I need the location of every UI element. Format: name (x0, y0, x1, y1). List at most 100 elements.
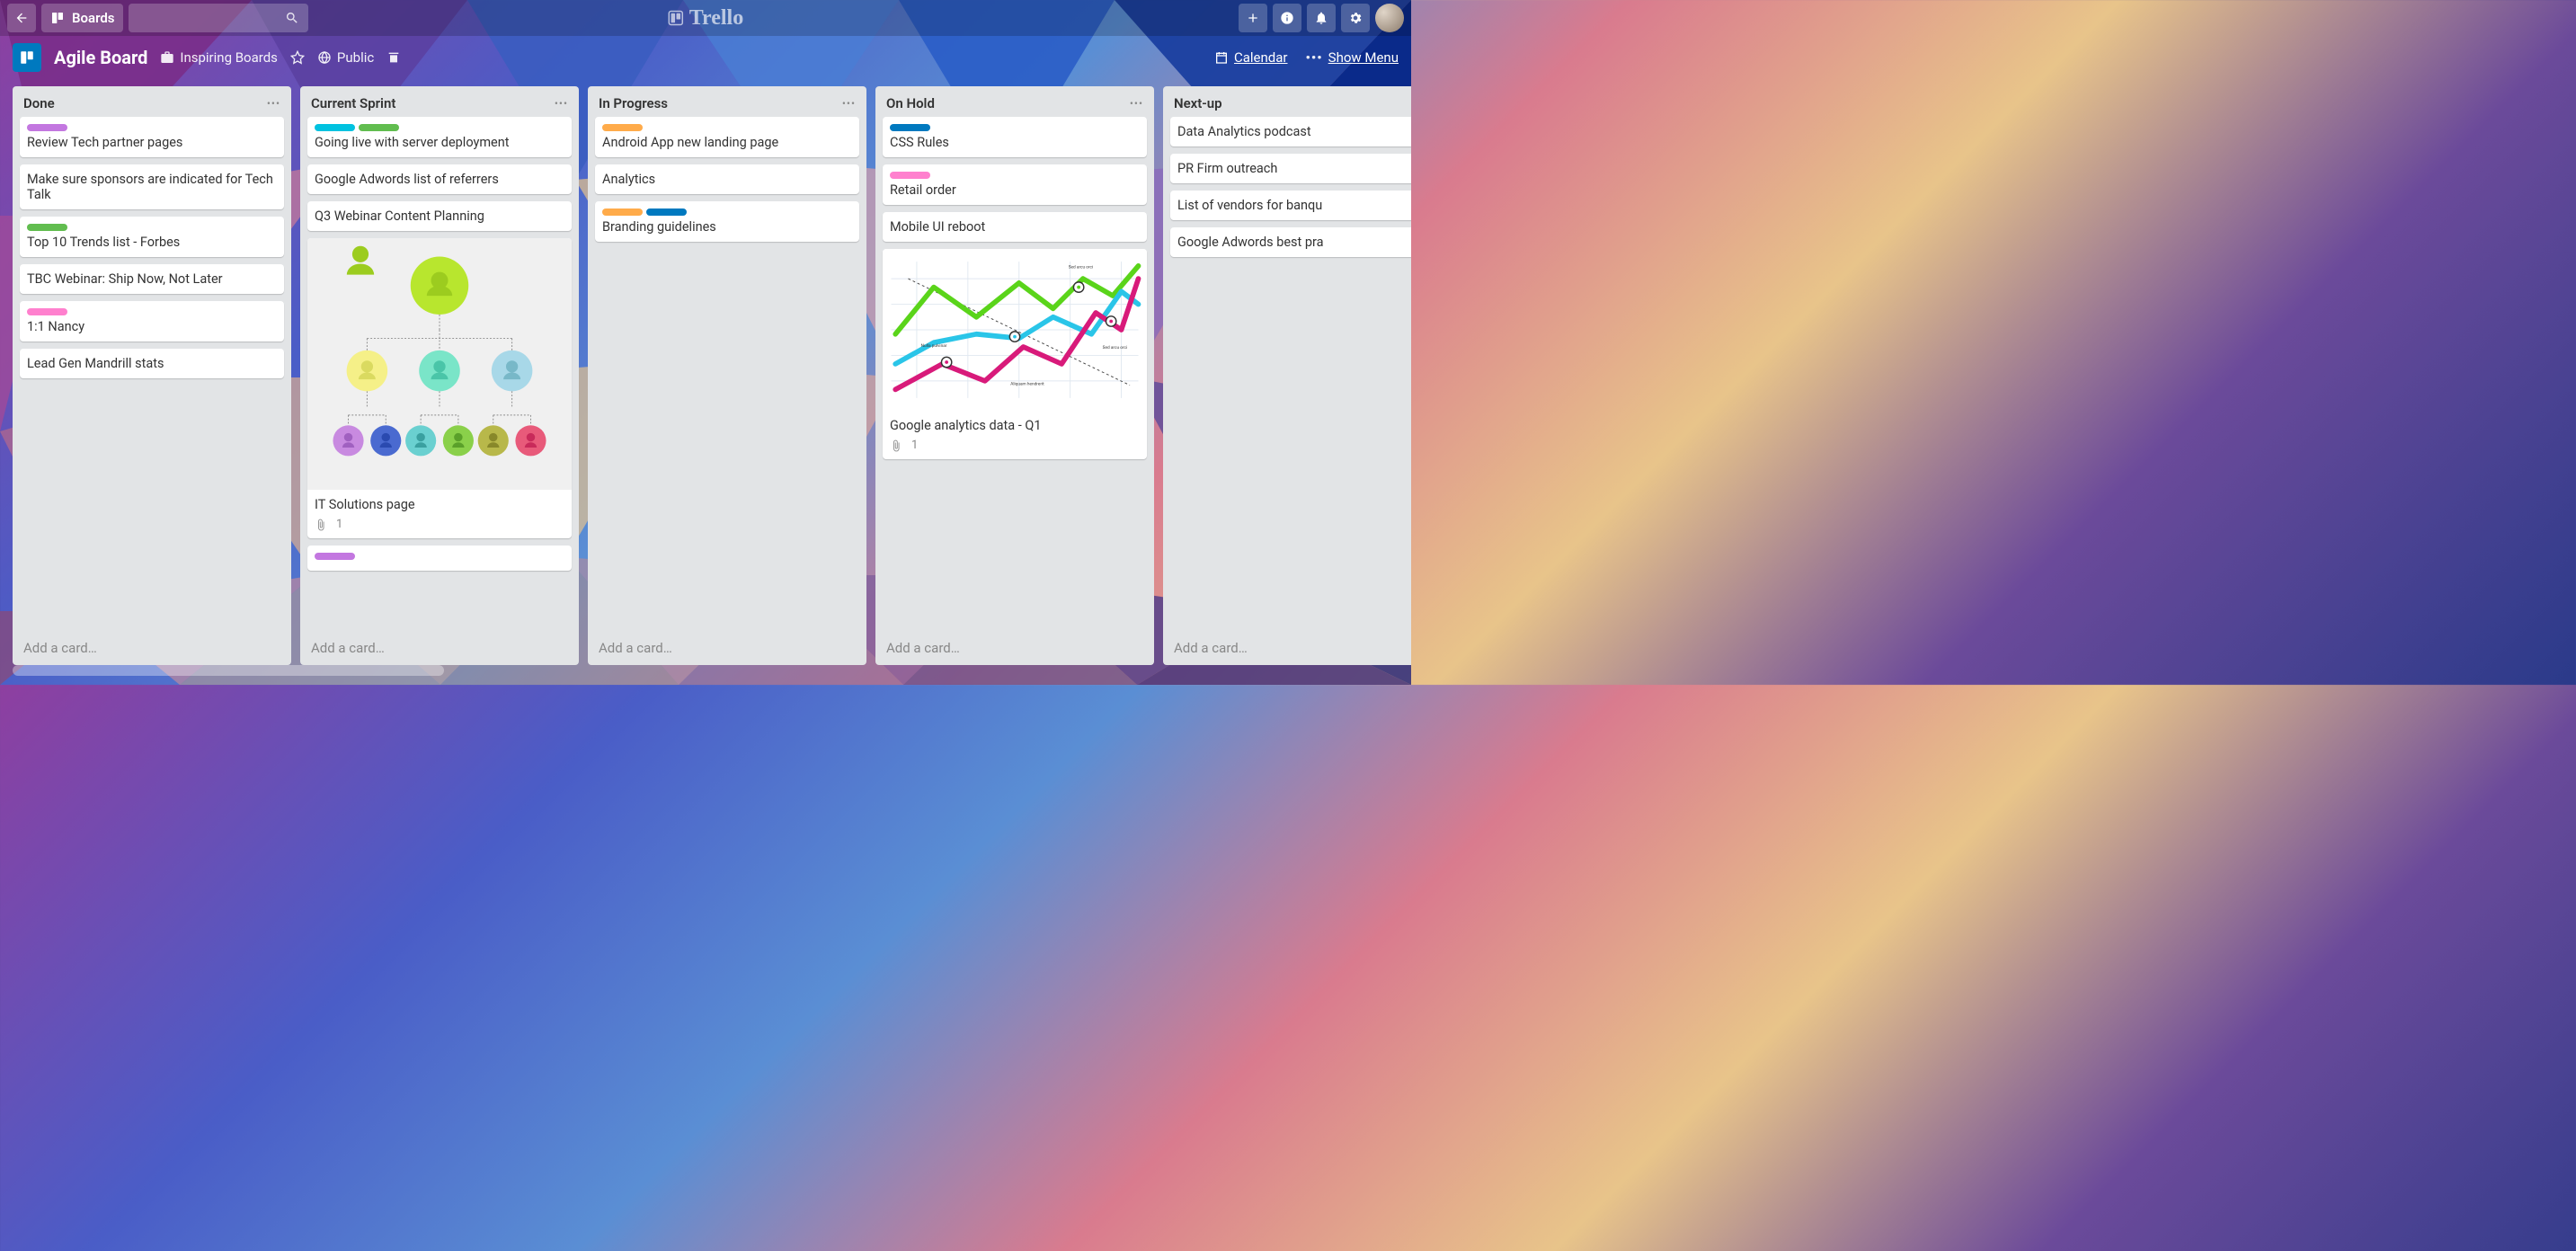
card[interactable]: Android App new landing page (595, 117, 859, 157)
card-labels (890, 124, 1140, 131)
card[interactable]: Going live with server deployment (307, 117, 572, 157)
card-title: Android App new landing page (602, 135, 852, 150)
inspiring-boards-button[interactable]: Inspiring Boards (160, 49, 278, 66)
card[interactable]: Top 10 Trends list - Forbes (20, 217, 284, 257)
search-icon (285, 11, 299, 25)
boards-button[interactable]: Boards (41, 4, 123, 32)
list-title[interactable]: In Progress (599, 95, 668, 111)
card[interactable]: PR Firm outreach (1170, 154, 1411, 183)
card[interactable]: TBC Webinar: Ship Now, Not Later (20, 264, 284, 294)
card[interactable]: Google Adwords list of referrers (307, 164, 572, 194)
list-title[interactable]: Current Sprint (311, 95, 395, 111)
list-header: Current Sprint ••• (300, 86, 579, 117)
user-avatar[interactable] (1375, 4, 1404, 32)
back-button[interactable] (7, 4, 36, 32)
card-label[interactable] (315, 553, 355, 560)
card[interactable]: Branding guidelines (595, 201, 859, 242)
dots-icon: ••• (1306, 49, 1323, 66)
list-menu-button[interactable]: ••• (842, 97, 856, 110)
attachment-count: 1 (336, 518, 342, 531)
list-cards: CSS Rules Retail order Mobile UI reboot Nu… (875, 117, 1154, 631)
create-button[interactable] (1239, 4, 1267, 32)
card[interactable]: Mobile UI reboot (883, 212, 1147, 242)
card-labels (890, 172, 1140, 179)
add-card-button[interactable]: Add a card… (1163, 631, 1411, 665)
add-card-button[interactable]: Add a card… (300, 631, 579, 665)
board-title[interactable]: Agile Board (54, 47, 147, 68)
card[interactable]: Analytics (595, 164, 859, 194)
card[interactable] (307, 546, 572, 571)
briefcase-icon (160, 50, 174, 65)
card-label[interactable] (890, 124, 930, 131)
list-title[interactable]: Done (23, 95, 55, 111)
star-button[interactable] (290, 50, 305, 65)
card-labels (602, 124, 852, 131)
card-label[interactable] (27, 224, 67, 231)
card-label[interactable] (890, 172, 930, 179)
card-title: 1:1 Nancy (27, 319, 277, 334)
settings-button[interactable] (1341, 4, 1370, 32)
card-title: Data Analytics podcast (1177, 124, 1411, 139)
card-label[interactable] (315, 124, 355, 131)
list: Next-up •••Data Analytics podcastPR Firm… (1163, 86, 1411, 665)
board-canvas[interactable]: Done ••• Review Tech partner pages Make su… (0, 79, 1411, 665)
info-button[interactable] (1273, 4, 1301, 32)
add-card-button[interactable]: Add a card… (13, 631, 291, 665)
card[interactable]: IT Solutions page 1 (307, 238, 572, 538)
card-title: Going live with server deployment (315, 135, 564, 150)
card-title: TBC Webinar: Ship Now, Not Later (27, 271, 277, 287)
card-title: Google Adwords list of referrers (315, 172, 564, 187)
list-title[interactable]: Next-up (1174, 95, 1222, 111)
archive-button[interactable] (386, 50, 401, 65)
card-label[interactable] (602, 208, 643, 216)
list: On Hold ••• CSS Rules Retail order Mobile U… (875, 86, 1154, 665)
attachment-icon (315, 519, 327, 531)
list: Current Sprint •••Going live with server… (300, 86, 579, 665)
card-title: Lead Gen Mandrill stats (27, 356, 277, 371)
star-icon (290, 50, 305, 65)
card-label[interactable] (27, 308, 67, 315)
card-label[interactable] (646, 208, 687, 216)
card[interactable]: Lead Gen Mandrill stats (20, 349, 284, 378)
card-labels (27, 124, 277, 131)
attachment-icon (890, 439, 902, 452)
card-label[interactable] (359, 124, 399, 131)
card-title: Make sure sponsors are indicated for Tec… (27, 172, 277, 202)
list-menu-button[interactable]: ••• (267, 97, 280, 110)
card[interactable]: Make sure sponsors are indicated for Tec… (20, 164, 284, 209)
list-cards: Going live with server deployment Google … (300, 117, 579, 631)
calendar-button[interactable]: Calendar (1214, 49, 1288, 66)
card[interactable]: CSS Rules (883, 117, 1147, 157)
attachment-count: 1 (911, 439, 918, 452)
plus-icon (1246, 11, 1260, 25)
card-title: Q3 Webinar Content Planning (315, 208, 564, 224)
card[interactable]: Google Adwords best pra (1170, 227, 1411, 257)
list-menu-button[interactable]: ••• (555, 97, 568, 110)
card[interactable]: Retail order (883, 164, 1147, 205)
card[interactable]: Nulla pulvinar Aliquam hendrerit Sed arc… (883, 249, 1147, 459)
visibility-button[interactable]: Public (317, 49, 374, 66)
add-card-button[interactable]: Add a card… (875, 631, 1154, 665)
horizontal-scrollbar[interactable] (13, 665, 444, 676)
card-label[interactable] (27, 124, 67, 131)
brand-logo[interactable]: Trello (668, 6, 743, 31)
card-label[interactable] (602, 124, 643, 131)
card-title: CSS Rules (890, 135, 1140, 150)
search-input[interactable] (129, 4, 308, 32)
card-cover-image (307, 238, 572, 490)
list-header: In Progress ••• (588, 86, 866, 117)
board-header: Agile Board Inspiring Boards Public Cale… (0, 36, 1411, 79)
card[interactable]: Review Tech partner pages (20, 117, 284, 157)
show-menu-button[interactable]: ••• Show Menu (1306, 49, 1399, 66)
list-title[interactable]: On Hold (886, 95, 935, 111)
card[interactable]: Q3 Webinar Content Planning (307, 201, 572, 231)
card[interactable]: List of vendors for banqu (1170, 191, 1411, 220)
svg-text:Sed arcu orci: Sed arcu orci (1069, 265, 1093, 271)
list-menu-button[interactable]: ••• (1130, 97, 1143, 110)
notifications-button[interactable] (1307, 4, 1336, 32)
global-header: Boards Trello (0, 0, 1411, 36)
card-title: Top 10 Trends list - Forbes (27, 235, 277, 250)
card[interactable]: 1:1 Nancy (20, 301, 284, 342)
add-card-button[interactable]: Add a card… (588, 631, 866, 665)
card[interactable]: Data Analytics podcast (1170, 117, 1411, 146)
